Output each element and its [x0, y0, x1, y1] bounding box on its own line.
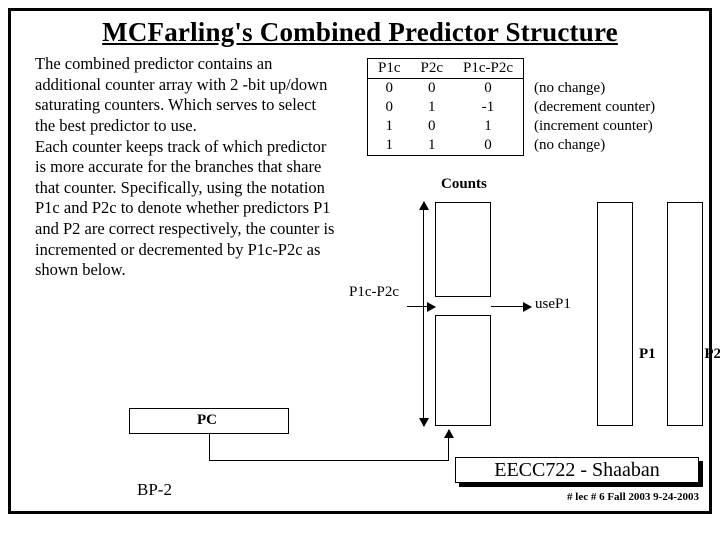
footer-meta: # lec # 6 Fall 2003 9-24-2003 — [567, 491, 699, 503]
truth-table: P1c P2c P1c-P2c 0 0 0 (no change) 0 1 -1… — [367, 58, 675, 156]
cell: 0 — [411, 79, 454, 99]
arrow-usep1 — [491, 306, 531, 307]
cell: 0 — [368, 98, 411, 117]
cell: -1 — [453, 98, 524, 117]
th-p1c: P1c — [368, 59, 411, 79]
cell-note: (decrement counter) — [524, 98, 666, 117]
p1c-p2c-label: P1c-P2c — [349, 284, 399, 301]
pc-line-right — [209, 460, 449, 461]
slide-title: MCFarling's Combined Predictor Structure — [11, 11, 709, 50]
counts-size-arrow — [423, 202, 424, 426]
arrow-into-counts — [407, 306, 435, 307]
pc-block: PC — [99, 398, 399, 488]
cell: 0 — [453, 136, 524, 156]
cell: 1 — [453, 117, 524, 136]
counts-slice — [435, 296, 491, 316]
p1-box — [597, 202, 633, 426]
p2-box — [667, 202, 703, 426]
usep1-label: useP1 — [535, 296, 571, 313]
cell: 1 — [368, 136, 411, 156]
cell: 0 — [368, 79, 411, 99]
cell-note: (no change) — [524, 79, 666, 99]
p1-label: P1 — [639, 346, 656, 363]
cell: 1 — [411, 136, 454, 156]
th-diff: P1c-P2c — [453, 59, 524, 79]
cell: 0 — [453, 79, 524, 99]
cell-note: (no change) — [524, 136, 666, 156]
th-p2c: P2c — [411, 59, 454, 79]
counts-diagram: Counts P1c-P2c useP1 P1 P2 — [355, 176, 703, 436]
cell: 1 — [368, 117, 411, 136]
pc-label: PC — [197, 412, 217, 429]
pc-line-down — [209, 434, 210, 460]
cell-note: (increment counter) — [524, 117, 666, 136]
th-blank — [524, 59, 666, 79]
cell: 0 — [411, 117, 454, 136]
slide-body: The combined predictor contains an addit… — [11, 50, 709, 506]
bp-label: BP-2 — [137, 480, 172, 500]
slide-frame: MCFarling's Combined Predictor Structure… — [8, 8, 712, 514]
footer-course: EECC722 - Shaaban — [455, 457, 699, 483]
p2-label: P2 — [704, 346, 720, 363]
cell: 1 — [411, 98, 454, 117]
pc-line-up — [448, 430, 449, 461]
counts-label: Counts — [441, 176, 487, 193]
description-text: The combined predictor contains an addit… — [35, 54, 335, 281]
